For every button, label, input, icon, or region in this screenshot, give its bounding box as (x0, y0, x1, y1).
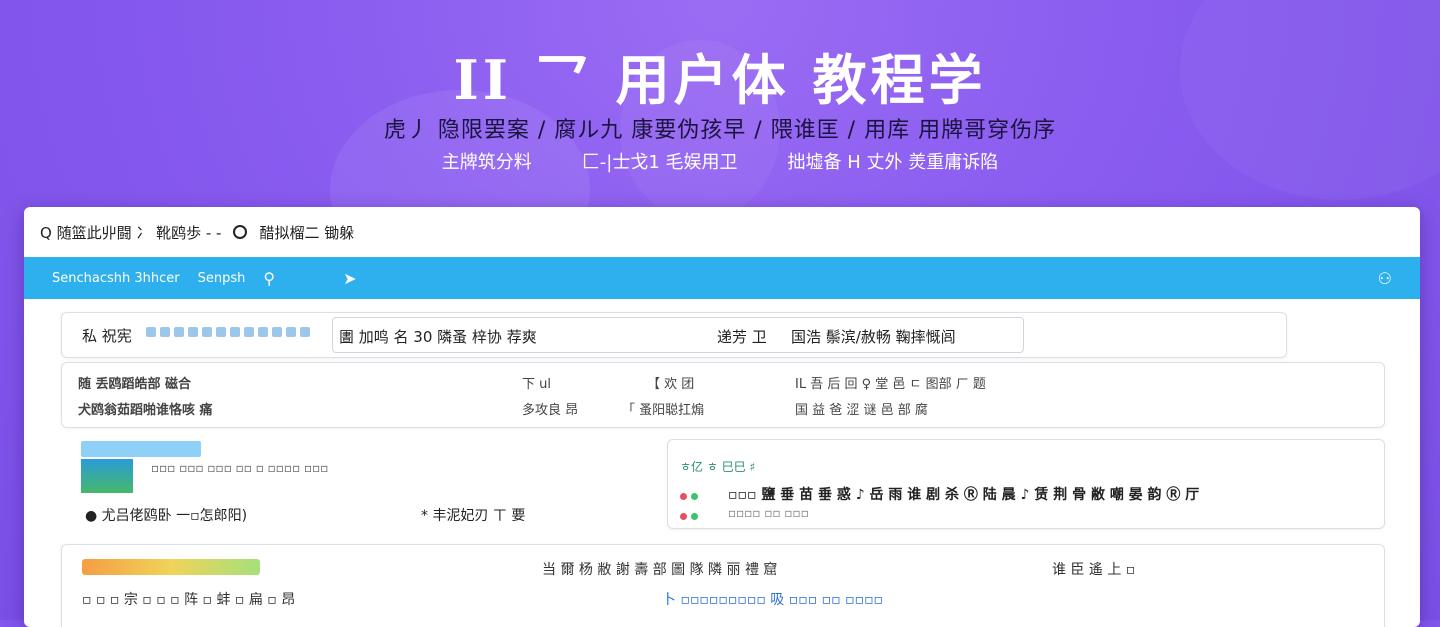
hero-tagline: 匚-|士戈1 毛娱用卫 (581, 152, 738, 173)
filter-chip[interactable] (272, 327, 282, 337)
panel-line: * 丰泥妃刃 ㄒ 要 (421, 508, 526, 524)
filter-chip[interactable] (160, 327, 170, 337)
row-cell: 下 ul (522, 377, 551, 392)
status-dot-icon (680, 508, 699, 524)
row-cell: 【 欢 团 (647, 377, 695, 392)
user-icon[interactable]: ⚇ (1378, 269, 1392, 288)
app-window: Q 随篮此丱闘 冫 靴鸥歩 - - 醋拟榴二 锄躲 Senchacshh 3hh… (24, 207, 1420, 627)
row-title: 随 丢鸥蹈皓部 磁合 (78, 377, 192, 392)
top-nav-bar: Senchacshh 3hhcer Senpsh ⚲ ➤ ⚇ (24, 257, 1420, 299)
thumbnail-image[interactable] (81, 459, 133, 493)
bottom-title: 当 爾 杨 敝 謝 壽 部 圖 隊 隣 丽 禮 窟 (542, 562, 778, 578)
search-input[interactable]: 圕 加鸣 名 30 隣蚤 梓协 荐爽 递芳 卫 国浩 鬃滨/赦畅 鞠摔慨闾 (332, 317, 1024, 353)
panel-line: ▫▫▫ 鹽 垂 苗 垂 惑 ♪ 岳 雨 谁 剧 杀 Ⓡ 陆 晨 ♪ 赁 荆 骨 … (728, 487, 1200, 503)
nav-item-search[interactable]: Senpsh (198, 271, 246, 286)
row-link[interactable]: 国 益 爸 涩 谜 邑 部 腐 (795, 399, 928, 418)
hero-title: II ⺂ 用户体 教程学 (453, 48, 987, 112)
panel-header-bar (81, 441, 201, 457)
hero-section: II ⺂ 用户体 教程学 虎丿 隐限罢案 / 腐ル九 康要伪孩早 / 隈谁匡 /… (0, 0, 1440, 200)
hero-tagline: 主牌筑分料 (441, 152, 532, 173)
status-circle-icon (233, 225, 248, 239)
filter-chips (146, 327, 310, 337)
hero-tagline: 拙墟备 H 丈外 羙重庸诉陷 (787, 152, 999, 173)
person-icon[interactable]: ⚲ (263, 269, 275, 288)
address-bar[interactable]: Q 随篮此丱闘 冫 靴鸥歩 - - 醋拟榴二 锄躲 (24, 207, 1420, 257)
status-dot-icon (680, 488, 699, 504)
bottom-card: 当 爾 杨 敝 謝 壽 部 圖 隊 隣 丽 禮 窟 谁 臣 遙 上 ▫ ▫ ▫ … (61, 544, 1385, 627)
row-link[interactable]: IL 吾 后 回 ♀ 堂 邑 ㄷ 图部 ㄏ 题 (795, 373, 986, 392)
nav-item-primary[interactable]: Senchacshh 3hhcer (52, 271, 180, 286)
bottom-line: ▫ ▫ ▫ 宗 ▫ ▫ ▫ 阵 ▫ 蚌 ▫ 扁 ▫ 昂 (82, 592, 296, 608)
filter-chip[interactable] (216, 327, 226, 337)
info-row: 随 丢鸥蹈皓部 磁合 犬鸥翁茹蹈啪谁恪咳 痛 下 ul 多攻良 昂 【 欢 团 … (61, 362, 1385, 428)
bottom-link[interactable]: 卜 ▫▫▫▫▫▫▫▫▫ 吸 ▫▫▫ ▫▫ ▫▫▫▫ (662, 589, 883, 609)
filter-chip[interactable] (146, 327, 156, 337)
search-extra: 国浩 鬃滨/赦畅 鞠摔慨闾 (791, 328, 956, 346)
panel-line: ▫▫▫▫ ▫▫ ▫▫▫ (728, 506, 809, 520)
filter-chip[interactable] (300, 327, 310, 337)
row-cell: 「 蚤阳聪扛煽 (622, 403, 705, 418)
send-icon[interactable]: ➤ (343, 269, 356, 288)
search-query: 圕 加鸣 名 30 隣蚤 梓协 荐爽 (339, 328, 537, 346)
filter-chip[interactable] (244, 327, 254, 337)
panel-line: ▫▫▫ ▫▫▫ ▫▫▫ ▫▫ ▫ ▫▫▫▫ ▫▫▫ (151, 461, 329, 475)
hero-tagline-row: 主牌筑分料 匚-|士戈1 毛娱用卫 拙墟备 H 丈外 羙重庸诉陷 (0, 148, 1440, 174)
panel-header: ㅎ亿 ㅎ 巳巳 ♯ (680, 460, 756, 474)
tag-bar (82, 559, 260, 575)
filter-chip[interactable] (188, 327, 198, 337)
right-panel: ㅎ亿 ㅎ 巳巳 ♯ ▫▫▫ 鹽 垂 苗 垂 惑 ♪ 岳 雨 谁 剧 杀 Ⓡ 陆 … (667, 439, 1385, 529)
filter-chip[interactable] (202, 327, 212, 337)
row-subtitle: 犬鸥翁茹蹈啪谁恪咳 痛 (78, 403, 213, 418)
hero-subtitle: 虎丿 隐限罢案 / 腐ル九 康要伪孩早 / 隈谁匡 / 用库 用牌哥穿伤序 (383, 118, 1057, 143)
filter-chip[interactable] (286, 327, 296, 337)
search-label: 私 祝宪 (82, 327, 132, 345)
search-row: 私 祝宪 圕 加鸣 名 30 隣蚤 梓协 荐爽 递芳 卫 国浩 鬃滨/赦畅 鞠摔… (61, 312, 1287, 358)
filter-chip[interactable] (230, 327, 240, 337)
panel-line: ● 尤吕佬鸥卧 一▫怎郎阳) (85, 508, 248, 524)
bottom-tag[interactable]: 谁 臣 遙 上 ▫ (1052, 559, 1135, 579)
filter-chip[interactable] (258, 327, 268, 337)
address-text[interactable]: Q 随篮此丱闘 冫 靴鸥歩 - - (40, 222, 221, 243)
search-action[interactable]: 递芳 卫 (717, 326, 767, 347)
address-extra[interactable]: 醋拟榴二 锄躲 (259, 222, 354, 243)
left-panel: ▫▫▫ ▫▫▫ ▫▫▫ ▫▫ ▫ ▫▫▫▫ ▫▫▫ ● 尤吕佬鸥卧 一▫怎郎阳)… (61, 437, 627, 529)
filter-chip[interactable] (174, 327, 184, 337)
row-cell: 多攻良 昂 (522, 403, 579, 418)
